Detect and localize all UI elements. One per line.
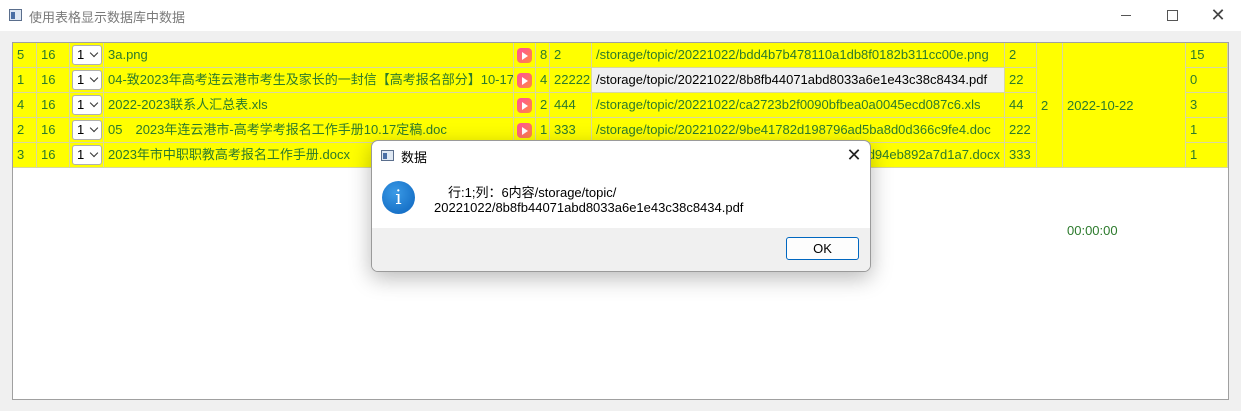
minimize-button[interactable] <box>1103 0 1149 31</box>
combo-value: 1 <box>77 122 85 137</box>
dialog-message-line2: 20221022/8b8fb44071abd8033a6e1e43c38c843… <box>434 200 744 215</box>
table-cell[interactable]: 8 <box>536 43 550 68</box>
table-cell[interactable]: 0 <box>1186 68 1228 93</box>
table-cell[interactable]: 2 <box>536 93 550 118</box>
combo-value: 1 <box>77 47 85 62</box>
dialog-title: 数据 <box>401 150 428 165</box>
table-cell[interactable]: 4 <box>536 68 550 93</box>
dialog-message-line1: 行:1;列：6内容/storage/topic/ <box>448 185 617 200</box>
table-cell[interactable]: 04-致2023年高考连云港市考生及家长的一封信【高考报名部分】10-17.pd… <box>104 68 514 93</box>
app-window-icon <box>9 9 22 21</box>
table-cell[interactable]: 16 <box>37 118 70 143</box>
table-cell[interactable]: 16 <box>37 93 70 118</box>
table-cell[interactable]: 2022-2023联系人汇总表.xls <box>104 93 514 118</box>
merged-cell[interactable]: 2 <box>1037 43 1063 168</box>
info-icon: i <box>382 181 415 214</box>
close-window-button[interactable]: ✕ <box>1195 0 1241 31</box>
table-cell[interactable]: 1 <box>70 68 104 93</box>
table-cell-selected[interactable]: /storage/topic/20221022/8b8fb44071abd803… <box>592 68 1005 93</box>
message-dialog: 数据 ✕ i 行:1;列：6内容/storage/topic/ 20221022… <box>371 140 871 272</box>
table-cell[interactable]: 3 <box>13 143 37 168</box>
table-cell[interactable]: 1 <box>1186 143 1228 168</box>
dialog-button-bar: OK <box>372 228 870 271</box>
play-icon <box>517 73 532 88</box>
close-icon: ✕ <box>1210 5 1226 25</box>
combo-value: 1 <box>77 72 85 87</box>
table-cell[interactable]: /storage/topic/20221022/bdd4b7b478110a1d… <box>592 43 1005 68</box>
row-combo-box[interactable]: 1 <box>72 95 102 115</box>
ok-button[interactable]: OK <box>786 237 859 260</box>
table-cell[interactable]: 15 <box>1186 43 1228 68</box>
table-cell[interactable] <box>514 93 536 118</box>
window-title: 使用表格显示数据库中数据 <box>29 10 186 25</box>
merged-cell-date[interactable]: 2022-10-22 00:00:00 <box>1063 43 1186 238</box>
dialog-close-button[interactable]: ✕ <box>842 145 866 167</box>
table-cell[interactable]: 22 <box>1005 68 1037 93</box>
table-cell[interactable]: 3a.png <box>104 43 514 68</box>
row-combo-box[interactable]: 1 <box>72 70 102 90</box>
table-cell[interactable]: /storage/topic/20221022/ca2723b2f0090bfb… <box>592 93 1005 118</box>
table-cell[interactable] <box>514 68 536 93</box>
table-cell[interactable]: 333 <box>1005 143 1037 168</box>
table-cell[interactable] <box>514 43 536 68</box>
table-cell[interactable]: 2 <box>1005 43 1037 68</box>
chevron-down-icon <box>89 123 99 133</box>
table-cell[interactable]: 444 <box>550 93 592 118</box>
table-cell[interactable]: 3 <box>1186 93 1228 118</box>
table-cell[interactable]: 5 <box>13 43 37 68</box>
maximize-icon <box>1166 10 1178 21</box>
chevron-down-icon <box>89 73 99 83</box>
row-combo-box[interactable]: 1 <box>72 120 102 140</box>
table-cell[interactable]: 1 <box>70 143 104 168</box>
table-cell[interactable]: 22222 <box>550 68 592 93</box>
window-titlebar: 使用表格显示数据库中数据 ✕ <box>0 0 1241 31</box>
chevron-down-icon <box>89 148 99 158</box>
chevron-down-icon <box>89 98 99 108</box>
combo-value: 1 <box>77 97 85 112</box>
chevron-down-icon <box>89 48 99 58</box>
table-cell[interactable]: 44 <box>1005 93 1037 118</box>
table-cell[interactable]: 16 <box>37 68 70 93</box>
maximize-button[interactable] <box>1149 0 1195 31</box>
table-cell[interactable]: 16 <box>37 43 70 68</box>
table-cell[interactable]: 222 <box>1005 118 1037 143</box>
dialog-window-icon <box>381 150 394 161</box>
combo-value: 1 <box>77 147 85 162</box>
row-combo-box[interactable]: 1 <box>72 45 102 65</box>
row-combo-box[interactable]: 1 <box>72 145 102 165</box>
play-icon <box>517 123 532 138</box>
table-cell[interactable]: 2 <box>550 43 592 68</box>
table-cell[interactable]: 2 <box>13 118 37 143</box>
close-icon: ✕ <box>846 145 862 165</box>
table-cell[interactable]: 1 <box>1186 118 1228 143</box>
table-cell[interactable]: 1 <box>70 43 104 68</box>
play-icon <box>517 98 532 113</box>
play-icon <box>517 48 532 63</box>
table-cell[interactable]: 4 <box>13 93 37 118</box>
table-cell[interactable]: 1 <box>13 68 37 93</box>
table-cell[interactable]: 1 <box>70 118 104 143</box>
table-cell[interactable]: 1 <box>70 93 104 118</box>
minimize-icon <box>1121 15 1131 16</box>
table-cell[interactable]: 16 <box>37 143 70 168</box>
